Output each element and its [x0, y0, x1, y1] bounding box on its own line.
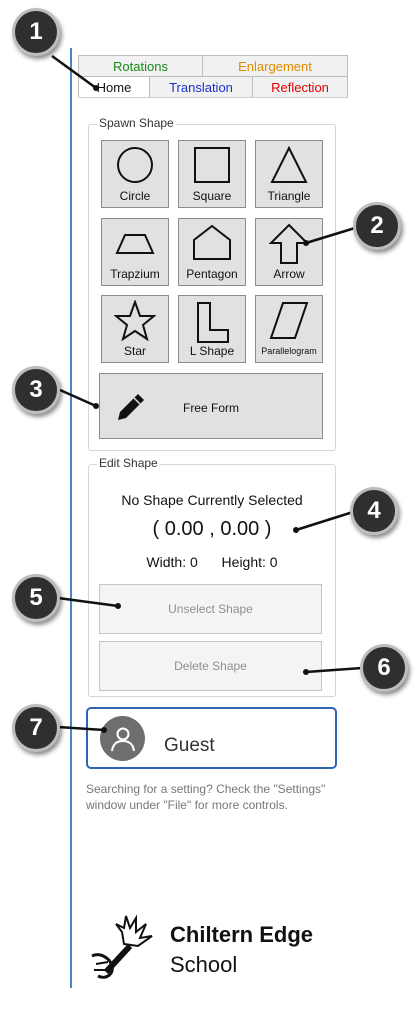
callout-4: 4: [350, 487, 398, 535]
callout-7: 7: [12, 704, 60, 752]
callout-5: 5: [12, 574, 60, 622]
callout-3: 3: [12, 366, 60, 414]
callout-2: 2: [353, 202, 401, 250]
callout-1: 1: [12, 8, 60, 56]
callout-6: 6: [360, 644, 408, 692]
